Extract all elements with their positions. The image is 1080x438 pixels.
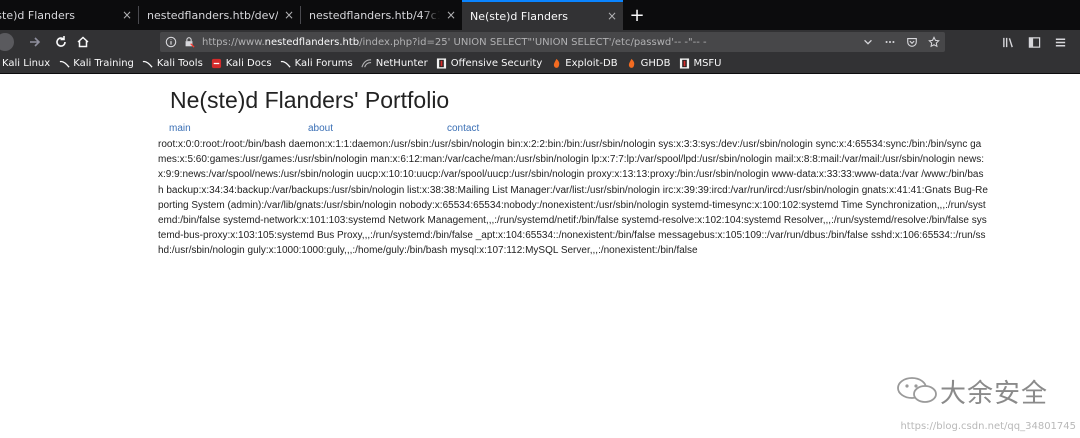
close-icon[interactable]: × xyxy=(116,8,138,22)
offsec-icon xyxy=(678,58,690,70)
passwd-output: root:x:0:0:root:/root:/bin/bash daemon:x… xyxy=(158,137,988,259)
bookmarks-toolbar: Kali Linux Kali Training Kali Tools Kali… xyxy=(0,54,1080,74)
new-tab-button[interactable]: + xyxy=(623,0,651,30)
bookmark-kali-docs[interactable]: Kali Docs xyxy=(211,58,272,70)
bookmark-kali-tools[interactable]: Kali Tools xyxy=(142,58,203,70)
address-bar[interactable]: https://www.nestedflanders.htb/index.php… xyxy=(160,32,945,52)
info-icon[interactable] xyxy=(164,35,178,49)
wechat-logo-icon xyxy=(897,377,937,403)
pocket-icon[interactable] xyxy=(905,34,919,50)
url-domain: nestedflanders.htb xyxy=(264,36,360,48)
back-arrow-icon xyxy=(0,33,14,51)
watermark-text: 大余安全 xyxy=(940,379,1049,409)
bookmark-label: MSFU xyxy=(693,58,722,69)
bookmark-label: NetHunter xyxy=(375,58,428,69)
chevron-down-icon[interactable] xyxy=(861,34,875,50)
exploitdb-icon xyxy=(550,58,562,70)
passwd-line: root:x:0:0:root:/root:/bin/bash daemon:x… xyxy=(158,139,971,150)
star-icon[interactable] xyxy=(927,34,941,50)
url-path: /index.php?id=25' UNION SELECT"'UNION SE… xyxy=(359,36,707,48)
bookmark-msfu[interactable]: MSFU xyxy=(678,58,722,70)
bookmark-kali-linux[interactable]: Kali Linux xyxy=(2,58,50,69)
page-content: Ne(ste)d Flanders' Portfolio main about … xyxy=(0,75,1080,438)
passwd-line: Server,,,:/nonexistent:/bin/false xyxy=(560,245,698,257)
toolbar-right xyxy=(1000,34,1080,50)
tab-2[interactable]: nestedflanders.htb/dev/ × xyxy=(139,0,300,30)
hamburger-menu-icon[interactable] xyxy=(1052,34,1068,50)
menu-link-contact[interactable]: contact xyxy=(447,123,479,134)
kali-icon xyxy=(142,58,154,70)
offsec-icon xyxy=(436,58,448,70)
tab-3[interactable]: nestedflanders.htb/47c1ba4f × xyxy=(301,0,462,30)
bookmark-nethunter[interactable]: NetHunter xyxy=(361,58,428,70)
back-button[interactable] xyxy=(0,31,18,53)
menu-link-main[interactable]: main xyxy=(169,123,191,134)
exploitdb-icon xyxy=(626,58,638,70)
navigation-toolbar: https://www.nestedflanders.htb/index.php… xyxy=(0,30,1080,54)
bookmark-label: Exploit-DB xyxy=(565,58,618,69)
bookmark-label: Kali Linux xyxy=(2,58,51,69)
close-icon[interactable]: × xyxy=(440,8,462,22)
nethunter-icon xyxy=(361,58,373,70)
bookmark-label: Offensive Security xyxy=(450,58,543,69)
bookmark-label: Kali Tools xyxy=(156,58,203,69)
tab-title: Ne(ste)d Flanders xyxy=(470,9,568,23)
bookmark-offensive-security[interactable]: Offensive Security xyxy=(436,58,543,70)
bookmark-label: Kali Forums xyxy=(294,58,353,69)
tab-strip: (ste)d Flanders × nestedflanders.htb/dev… xyxy=(0,0,1080,30)
url-text[interactable]: https://www.nestedflanders.htb/index.php… xyxy=(202,37,862,48)
lock-warning-icon[interactable] xyxy=(182,35,196,49)
reload-icon xyxy=(56,36,66,47)
sidebar-icon[interactable] xyxy=(1026,34,1042,50)
bookmark-kali-training[interactable]: Kali Training xyxy=(58,58,134,70)
tab-title: (ste)d Flanders xyxy=(0,8,75,22)
tab-title: nestedflanders.htb/47c1ba4f xyxy=(309,8,440,22)
kali-icon xyxy=(280,58,292,70)
url-prefix: https://www. xyxy=(202,36,265,48)
close-icon[interactable]: × xyxy=(278,8,300,22)
bookmark-ghdb[interactable]: GHDB xyxy=(626,58,671,70)
tab-fade xyxy=(422,0,440,30)
kali-docs-icon xyxy=(211,58,223,70)
library-icon[interactable] xyxy=(1000,34,1016,50)
page-title: Ne(ste)d Flanders' Portfolio xyxy=(170,87,450,113)
menu-link-about[interactable]: about xyxy=(308,123,333,134)
close-icon[interactable]: × xyxy=(601,9,623,23)
watermark-url: https://blog.csdn.net/qq_34801745 xyxy=(900,421,1076,432)
home-icon xyxy=(77,36,89,48)
bookmark-exploit-db[interactable]: Exploit-DB xyxy=(550,58,618,70)
tab-4-active[interactable]: Ne(ste)d Flanders × xyxy=(462,0,623,30)
tab-title: nestedflanders.htb/dev/ xyxy=(147,8,278,22)
home-button[interactable] xyxy=(72,31,94,53)
kali-icon xyxy=(58,58,70,70)
forward-arrow-icon xyxy=(30,37,41,47)
bookmark-kali-forums[interactable]: Kali Forums xyxy=(280,58,353,70)
page-actions-icon[interactable] xyxy=(883,34,897,50)
reload-button[interactable] xyxy=(50,31,72,53)
bookmark-label: Kali Training xyxy=(73,58,134,69)
bookmark-label: Kali Docs xyxy=(225,58,272,69)
bookmark-label: GHDB xyxy=(640,58,671,69)
forward-button[interactable] xyxy=(24,31,46,53)
tab-1[interactable]: (ste)d Flanders × xyxy=(0,0,138,30)
